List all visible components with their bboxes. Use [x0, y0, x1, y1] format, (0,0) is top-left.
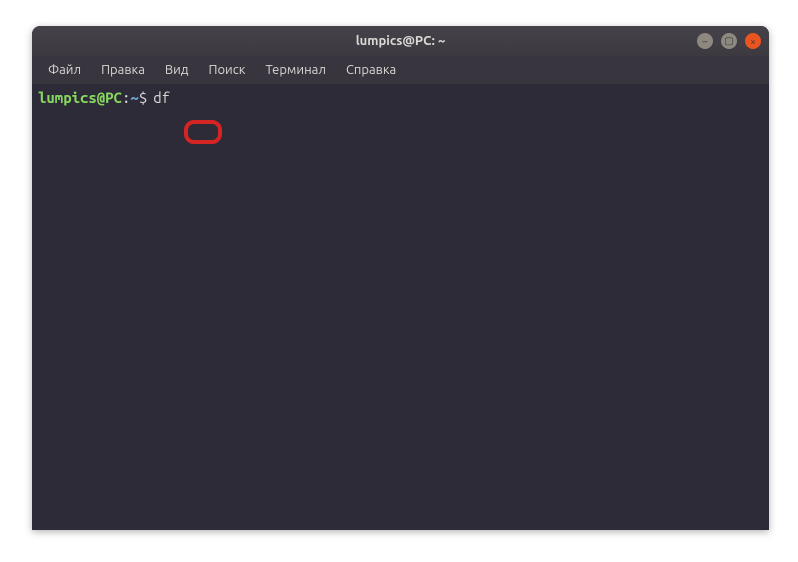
- close-icon: ×: [750, 36, 756, 47]
- prompt-symbol: $: [139, 88, 147, 108]
- minimize-icon: –: [703, 36, 708, 47]
- close-button[interactable]: ×: [745, 33, 761, 49]
- titlebar[interactable]: lumpics@PC: ~ – ▢ ×: [32, 26, 769, 56]
- window-title: lumpics@PC: ~: [32, 34, 769, 48]
- menu-help[interactable]: Справка: [336, 59, 406, 81]
- menu-search[interactable]: Поиск: [198, 59, 255, 81]
- menu-file[interactable]: Файл: [38, 59, 91, 81]
- window-controls: – ▢ ×: [697, 33, 761, 49]
- prompt-colon: :: [122, 88, 130, 108]
- maximize-button[interactable]: ▢: [721, 33, 737, 49]
- maximize-icon: ▢: [724, 35, 733, 47]
- menu-terminal[interactable]: Терминал: [255, 59, 335, 81]
- prompt-line: lumpics@PC : ~ $ df: [38, 88, 763, 108]
- annotation-highlight: [184, 120, 222, 144]
- minimize-button[interactable]: –: [697, 33, 713, 49]
- menubar: Файл Правка Вид Поиск Терминал Справка: [32, 56, 769, 84]
- menu-edit[interactable]: Правка: [91, 59, 155, 81]
- menu-view[interactable]: Вид: [155, 59, 199, 81]
- prompt-user-host: lumpics@PC: [38, 88, 122, 108]
- terminal-body[interactable]: lumpics@PC : ~ $ df: [32, 84, 769, 112]
- prompt-path: ~: [130, 88, 138, 108]
- terminal-window: lumpics@PC: ~ – ▢ × Файл Правка Вид Поис…: [32, 26, 769, 530]
- command-input[interactable]: df: [153, 88, 170, 108]
